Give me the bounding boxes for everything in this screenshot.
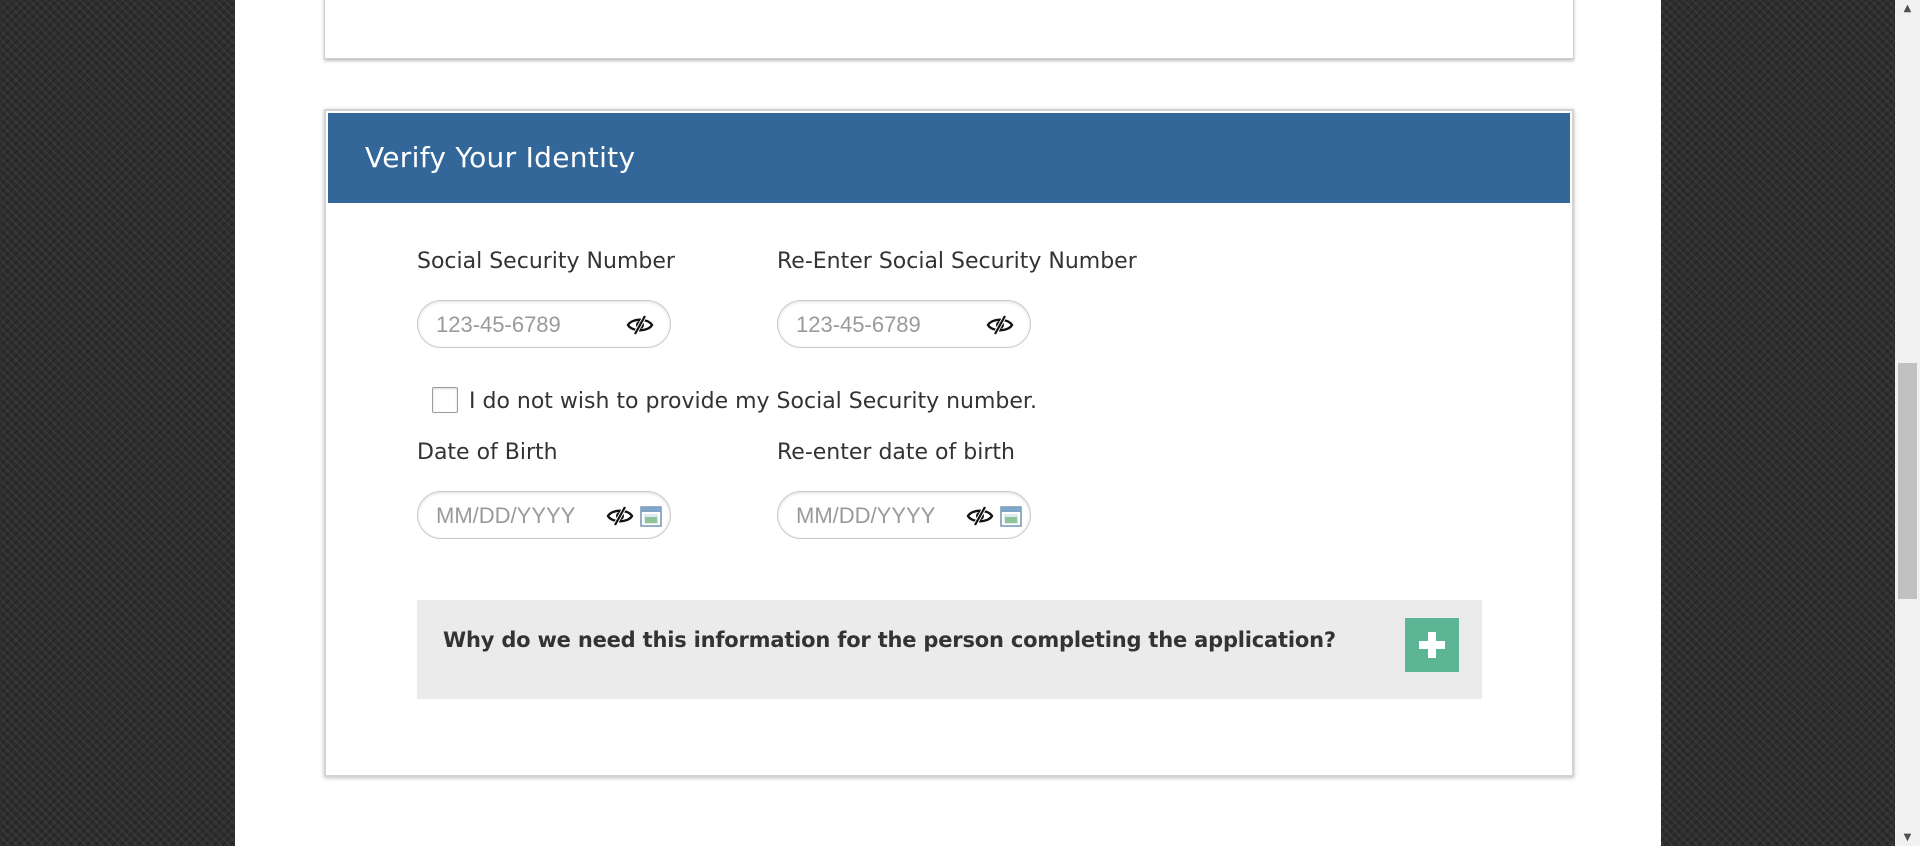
dob-label: Date of Birth (417, 440, 558, 465)
calendar-icon[interactable] (640, 505, 662, 527)
why-info-accordion[interactable]: Why do we need this information for the … (417, 600, 1482, 699)
ssn-confirm-input[interactable] (794, 311, 968, 339)
arrow-down-icon[interactable]: ▼ (1895, 829, 1920, 846)
dob-confirm-field[interactable] (777, 491, 1031, 539)
scrollbar-thumb[interactable] (1898, 363, 1917, 599)
eye-slash-icon[interactable] (606, 505, 634, 527)
card-header: Verify Your Identity (328, 113, 1570, 203)
ssn-confirm-field[interactable] (777, 300, 1031, 348)
arrow-up-icon[interactable]: ▲ (1895, 0, 1920, 17)
vertical-scrollbar[interactable]: ▲ ▼ (1895, 0, 1920, 846)
dob-confirm-label: Re-enter date of birth (777, 440, 1015, 465)
ssn-label: Social Security Number (417, 249, 675, 274)
ssn-field[interactable] (417, 300, 671, 348)
dob-field[interactable] (417, 491, 671, 539)
eye-slash-icon[interactable] (626, 314, 654, 336)
card-title: Verify Your Identity (365, 141, 636, 174)
eye-slash-icon[interactable] (986, 314, 1014, 336)
previous-section-card (324, 0, 1574, 59)
dob-confirm-input[interactable] (794, 502, 958, 530)
calendar-icon[interactable] (1000, 505, 1022, 527)
why-info-question[interactable]: Why do we need this information for the … (443, 628, 1336, 652)
eye-slash-icon[interactable] (966, 505, 994, 527)
plus-icon (1419, 632, 1445, 658)
dob-input[interactable] (434, 502, 598, 530)
no-ssn-checkbox[interactable] (432, 387, 458, 413)
ssn-input[interactable] (434, 311, 608, 339)
expand-info-button[interactable] (1405, 618, 1459, 672)
ssn-confirm-label: Re-Enter Social Security Number (777, 249, 1137, 274)
no-ssn-label[interactable]: I do not wish to provide my Social Secur… (469, 389, 1037, 414)
